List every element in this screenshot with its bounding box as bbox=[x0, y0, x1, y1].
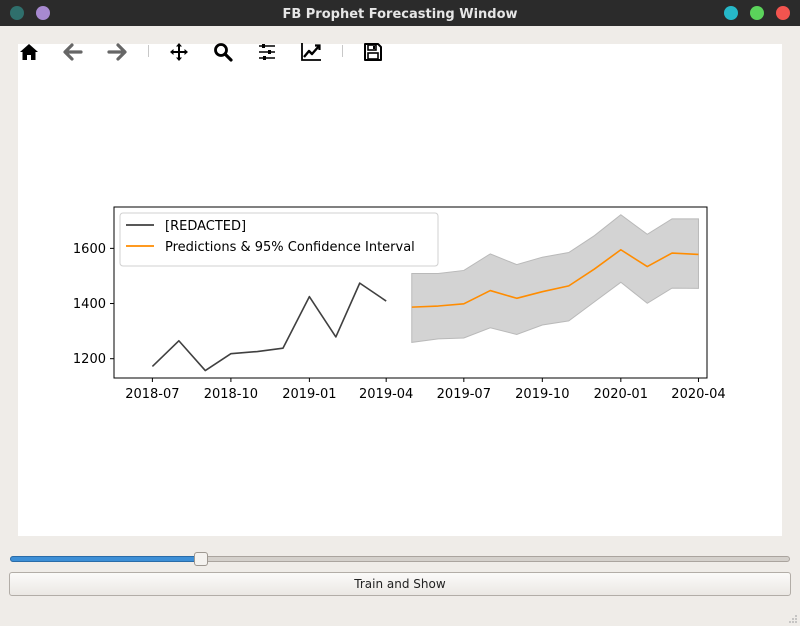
x-tick-label: 2018-07 bbox=[125, 387, 179, 402]
forecast-chart: 1200 1400 1600 2018-07 2018-10 2019-01 2019-04… bbox=[73, 206, 726, 402]
series-line-0 bbox=[151, 282, 387, 372]
x-tick-label: 2019-04 bbox=[359, 387, 413, 402]
x-tick-label: 2020-01 bbox=[594, 387, 648, 402]
chart-legend: [REDACTED] Predictions & 95% Confidence I… bbox=[119, 212, 439, 267]
x-tick-label: 2019-10 bbox=[515, 387, 569, 402]
train-and-show-button[interactable]: Train and Show bbox=[9, 572, 791, 596]
x-tick-label: 2018-10 bbox=[204, 387, 258, 402]
slider-handle[interactable] bbox=[193, 552, 208, 566]
x-tick-label: 2019-07 bbox=[437, 387, 491, 402]
x-tick-label: 2020-04 bbox=[671, 387, 725, 402]
legend-label-0: [REDACTED] bbox=[165, 219, 246, 234]
x-tick-label: 2019-01 bbox=[282, 387, 336, 402]
y-tick-label: 1200 bbox=[73, 352, 106, 367]
confidence-interval-band bbox=[411, 214, 699, 343]
horizontal-slider[interactable] bbox=[10, 552, 790, 566]
y-tick-label: 1600 bbox=[73, 242, 106, 257]
legend-label-1: Predictions & 95% Confidence Interval bbox=[165, 240, 415, 255]
resize-grip-icon[interactable] bbox=[788, 614, 798, 624]
slider-fill bbox=[10, 556, 202, 562]
y-tick-label: 1400 bbox=[73, 297, 106, 312]
